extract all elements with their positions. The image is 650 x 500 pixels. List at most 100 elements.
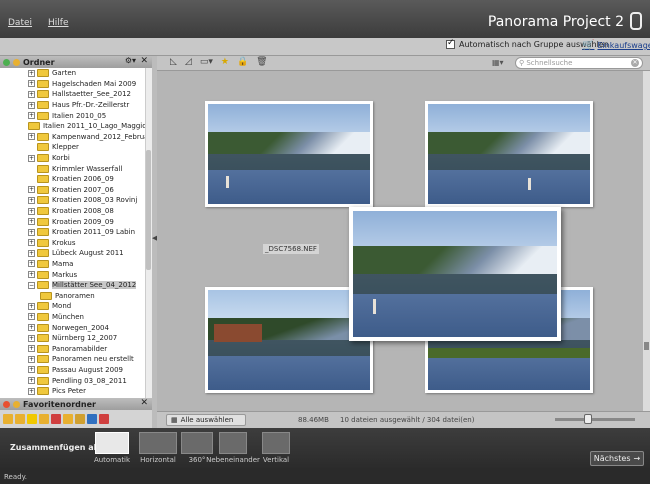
grid-scrollbar[interactable]	[643, 71, 650, 411]
zoom-slider-track[interactable]	[555, 418, 635, 421]
folder-tree-item[interactable]: + Hallstaetter_See_2012	[0, 89, 145, 100]
folder-tree-item[interactable]: + Panoramabilder	[0, 343, 145, 354]
folder-tree-item[interactable]: + Nürnberg 12_2007	[0, 333, 145, 344]
expand-icon[interactable]: +	[28, 90, 35, 98]
thumbnail[interactable]	[205, 287, 373, 393]
folder-star-icon[interactable]	[39, 414, 49, 424]
folder-tree-item[interactable]: + Kampenwand_2012_Februar	[0, 132, 145, 143]
expand-icon[interactable]	[3, 400, 10, 408]
image-menu-icon[interactable]: ▭▾	[200, 57, 213, 67]
enlarged-preview-thumbnail[interactable]	[349, 207, 561, 341]
folder-tree-scroll-thumb[interactable]	[146, 150, 151, 270]
expand-icon[interactable]: +	[28, 218, 35, 226]
expand-icon[interactable]: +	[28, 377, 35, 385]
mode-automatik[interactable]: Automatik	[94, 432, 130, 468]
folder-tree-item[interactable]: + Markus	[0, 269, 145, 280]
menu-datei[interactable]: Datei	[8, 18, 32, 28]
folder-tree-item[interactable]: + Lübeck August 2011	[0, 248, 145, 259]
expand-icon[interactable]: +	[28, 154, 35, 162]
expand-icon[interactable]: +	[28, 313, 35, 321]
folder-tree-item[interactable]: + Korbi	[0, 153, 145, 164]
expand-icon[interactable]: +	[28, 302, 35, 310]
folder-icon[interactable]	[63, 414, 73, 424]
expand-icon[interactable]: +	[28, 196, 35, 204]
mode-horizontal[interactable]: Horizontal	[138, 432, 178, 468]
grid-scroll-thumb[interactable]	[644, 342, 649, 350]
expand-icon[interactable]: +	[28, 355, 35, 363]
folder-tree-item[interactable]: + Krokus	[0, 238, 145, 249]
expand-icon[interactable]: +	[28, 239, 35, 247]
clear-search-icon[interactable]: ✕	[631, 59, 639, 67]
folder-tree-item[interactable]: + Pendling 03_08_2011	[0, 375, 145, 386]
close-icon[interactable]: ✕	[140, 56, 148, 66]
expand-icon[interactable]: +	[28, 228, 35, 236]
select-all-button[interactable]: ▦ Alle auswählen	[166, 414, 246, 426]
expand-icon[interactable]: +	[28, 207, 35, 215]
rotate-left-icon[interactable]: ◺	[170, 57, 177, 67]
expand-icon[interactable]: +	[28, 324, 35, 332]
collapse-icon[interactable]	[3, 58, 10, 66]
zoom-slider-knob[interactable]	[584, 414, 592, 424]
folder-tree-item[interactable]: + Italien 2010_05	[0, 110, 145, 121]
folder-tree-item[interactable]: Panoramen	[0, 290, 145, 301]
expand-icon[interactable]: +	[28, 366, 35, 374]
menu-hilfe[interactable]: Hilfe	[48, 18, 68, 28]
expand-icon[interactable]: +	[28, 112, 35, 120]
gear-icon[interactable]: ⚙▾	[125, 56, 136, 65]
folder-tree-item[interactable]: + Kroatien 2009_09	[0, 216, 145, 227]
mode-vertikal[interactable]: Vertikal	[260, 432, 292, 468]
folder-tree-item[interactable]: + Mond	[0, 301, 145, 312]
expand-icon[interactable]: +	[28, 271, 35, 279]
expand-icon[interactable]: +	[28, 186, 35, 194]
folder-tree-item[interactable]: + Kroatien 2007_06	[0, 185, 145, 196]
folder-tree-item[interactable]: + Garten	[0, 68, 145, 79]
expand-icon[interactable]: +	[28, 249, 35, 257]
search-input[interactable]: ⚲ Schnellsuche ✕	[515, 57, 643, 69]
folder-tree-item[interactable]: Krimmler Wasserfall	[0, 163, 145, 174]
folder-tree-item[interactable]: + Mama	[0, 259, 145, 270]
auto-group-checkbox[interactable]	[446, 38, 455, 49]
blue-folder-icon[interactable]	[87, 414, 97, 424]
collapse-icon[interactable]: −	[28, 281, 35, 289]
star-icon[interactable]	[27, 414, 37, 424]
expand-icon[interactable]: +	[28, 101, 35, 109]
folder-tree-item[interactable]: Italien 2011_10_Lago_Maggio	[0, 121, 145, 132]
expand-icon[interactable]: +	[28, 69, 35, 77]
cart-link[interactable]: 🛒 Einkaufswagen	[582, 40, 650, 51]
folder-tree-item[interactable]: Kroatien 2006_09	[0, 174, 145, 185]
expand-icon[interactable]: +	[28, 334, 35, 342]
folder-icon[interactable]	[3, 414, 13, 424]
expand-icon[interactable]: +	[28, 387, 35, 395]
folder-open-icon[interactable]	[15, 414, 25, 424]
expand-icon[interactable]: +	[28, 80, 35, 88]
folder-tree-item[interactable]: + Kroatien 2008_03 Rovinj	[0, 195, 145, 206]
folder-tree-item[interactable]: + Pics Peter	[0, 386, 145, 397]
folder-tree-item[interactable]: + Kroatien 2008_08	[0, 206, 145, 217]
folder-icon[interactable]	[75, 414, 85, 424]
folder-tree-item[interactable]: Klepper	[0, 142, 145, 153]
folder-label: Pendling 03_08_2011	[52, 376, 127, 385]
red-folder-icon[interactable]	[99, 414, 109, 424]
view-mode-icon[interactable]: ▦▾	[492, 58, 504, 67]
next-button[interactable]: Nächstes →	[590, 451, 644, 466]
trash-icon[interactable]: 🗑	[256, 57, 267, 67]
mode-nebeneinander[interactable]: Nebeneinander	[206, 432, 260, 468]
expand-icon[interactable]: +	[28, 133, 35, 141]
folder-tree-item[interactable]: + Panoramen neu erstellt	[0, 354, 145, 365]
expand-icon[interactable]: +	[28, 260, 35, 268]
folder-tree-item[interactable]: + München	[0, 312, 145, 323]
thumbnail[interactable]	[205, 101, 373, 207]
lock-icon[interactable]: 🔒	[237, 57, 248, 67]
rotate-right-icon[interactable]: ◿	[185, 57, 192, 67]
star-icon[interactable]: ★	[221, 57, 229, 67]
thumbnail[interactable]	[425, 101, 593, 207]
folder-tree-item[interactable]: + Hagelschaden Mai 2009	[0, 79, 145, 90]
folder-tree-item[interactable]: − Millstätter See_04_2012	[0, 280, 145, 291]
expand-icon[interactable]: +	[28, 345, 35, 353]
folder-tree-item[interactable]: + Norwegen_2004	[0, 322, 145, 333]
folder-tree-item[interactable]: + Passau August 2009	[0, 365, 145, 376]
red-folder-icon[interactable]	[51, 414, 61, 424]
close-icon[interactable]: ✕	[140, 398, 148, 408]
folder-tree-item[interactable]: + Kroatien 2011_09 Labin	[0, 227, 145, 238]
folder-tree-item[interactable]: + Haus Pfr.-Dr.-Zeillerstr	[0, 100, 145, 111]
